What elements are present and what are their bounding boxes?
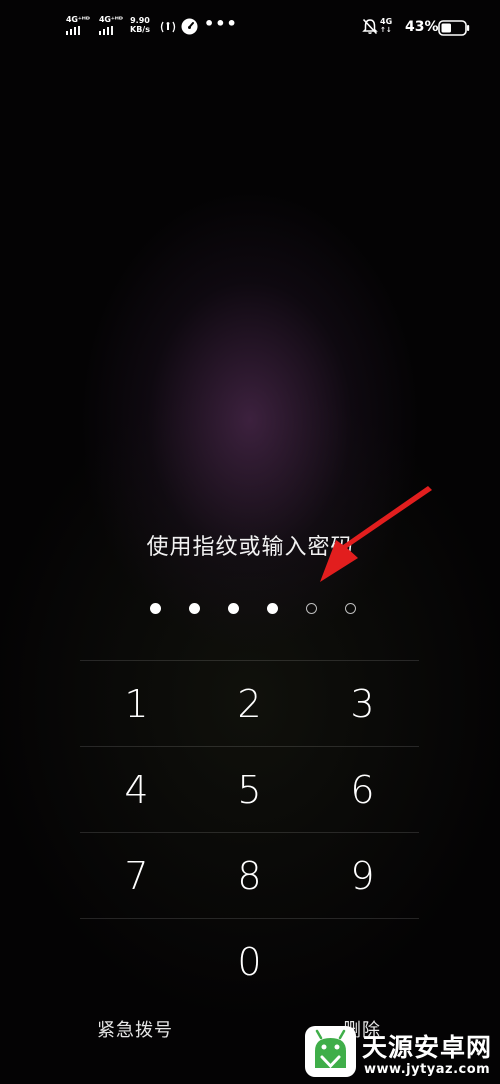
network-speed: 9.90 KB/s bbox=[130, 16, 150, 34]
keypad-row: 789 bbox=[80, 832, 419, 918]
pin-dot-filled bbox=[267, 603, 278, 614]
emergency-call-button[interactable]: 紧急拨号 bbox=[97, 1016, 173, 1042]
key-0[interactable]: 0 bbox=[193, 919, 306, 1004]
sim1-network-type: 4G⁺ᴴᴰ bbox=[66, 15, 90, 24]
keypad-row: 456 bbox=[80, 746, 419, 832]
status-bar: 4G⁺ᴴᴰ 4G⁺ᴴᴰ 9.90 KB/s ••• 4G ↑↓ 43% bbox=[0, 0, 500, 56]
sim2-network-type: 4G⁺ᴴᴰ bbox=[99, 15, 123, 24]
key-7[interactable]: 7 bbox=[80, 833, 193, 918]
keypad-row: 0 bbox=[80, 918, 419, 1004]
signal-bars-icon bbox=[66, 26, 82, 35]
watermark: 天源安卓网 www.jytyaz.com bbox=[300, 1020, 500, 1084]
key-2[interactable]: 2 bbox=[193, 661, 306, 746]
more-notifications: ••• bbox=[204, 14, 238, 33]
key-8[interactable]: 8 bbox=[193, 833, 306, 918]
network-speed-unit: KB/s bbox=[130, 25, 150, 34]
key-5[interactable]: 5 bbox=[193, 747, 306, 832]
key-1[interactable]: 1 bbox=[80, 661, 193, 746]
mobile-data-indicator: 4G ↑↓ bbox=[380, 17, 392, 35]
pin-dot-filled bbox=[150, 603, 161, 614]
pin-indicator bbox=[0, 600, 500, 616]
hotspot-icon bbox=[160, 21, 176, 33]
network-speed-value: 9.90 bbox=[130, 16, 150, 25]
key-6[interactable]: 6 bbox=[306, 747, 419, 832]
android-logo-icon bbox=[305, 1026, 356, 1077]
battery-percent: 43% bbox=[405, 19, 439, 35]
mobile-data-type: 4G bbox=[380, 17, 393, 26]
number-keypad: 1234567890 bbox=[80, 660, 419, 1004]
key-9[interactable]: 9 bbox=[306, 833, 419, 918]
pin-dot-empty bbox=[345, 603, 356, 614]
signal-bars-icon bbox=[99, 26, 115, 35]
unlock-prompt: 使用指纹或输入密码 bbox=[146, 535, 354, 560]
key-4[interactable]: 4 bbox=[80, 747, 193, 832]
watermark-url: www.jytyaz.com bbox=[364, 1062, 491, 1077]
sim1-signal: 4G⁺ᴴᴰ bbox=[66, 15, 94, 37]
pin-dot-empty bbox=[306, 603, 317, 614]
pin-dot-filled bbox=[228, 603, 239, 614]
pin-dot-filled bbox=[189, 603, 200, 614]
speed-gauge-icon bbox=[181, 18, 198, 35]
data-arrows-icon: ↑↓ bbox=[380, 26, 392, 34]
battery-icon bbox=[438, 20, 470, 36]
mute-bell-icon bbox=[362, 18, 378, 35]
key-3[interactable]: 3 bbox=[306, 661, 419, 746]
sim2-signal: 4G⁺ᴴᴰ bbox=[99, 15, 127, 37]
watermark-title: 天源安卓网 bbox=[362, 1033, 493, 1062]
keypad-row: 123 bbox=[80, 660, 419, 746]
